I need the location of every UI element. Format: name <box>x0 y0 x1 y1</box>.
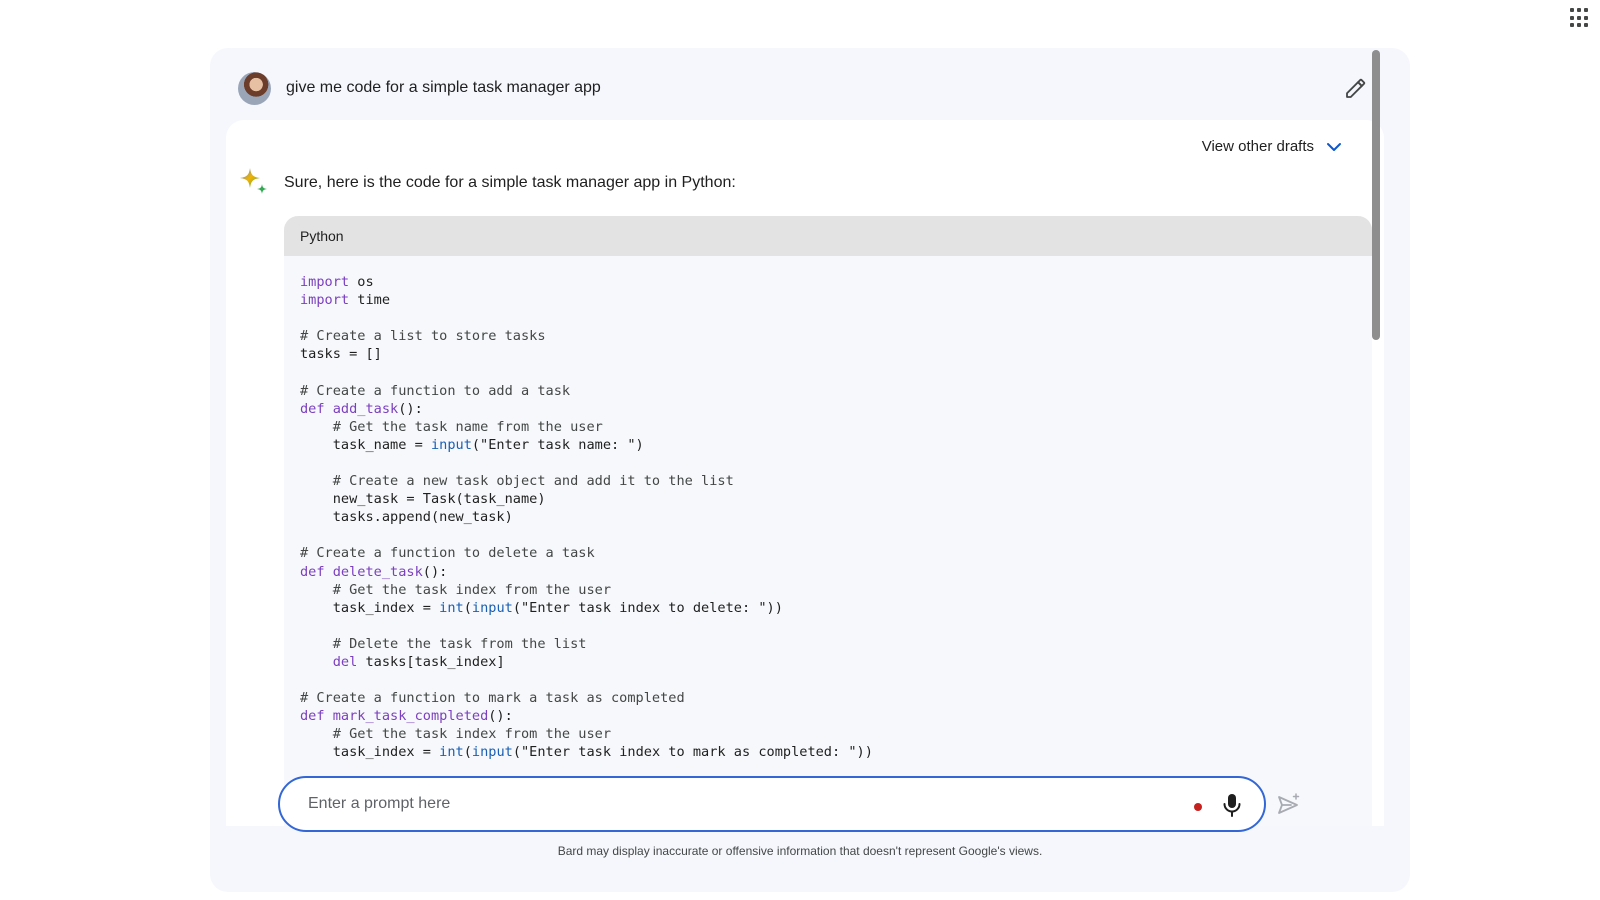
code-line: # Create a function to delete a task <box>300 545 595 562</box>
recording-indicator <box>1194 803 1202 811</box>
code-line: task_index = int(input("Enter task index… <box>300 599 783 616</box>
code-line: # Get the task index from the user <box>332 581 612 598</box>
code-line: # Create a function to mark a task as co… <box>300 690 685 707</box>
code-line: tasks.append(new_task) <box>300 509 513 526</box>
code-line: new_task = Task(task_name) <box>300 491 546 508</box>
disclaimer-text: Bard may display inaccurate or offensive… <box>557 844 1043 858</box>
code-language-label: Python <box>284 216 1372 256</box>
code-line: import os <box>300 274 374 290</box>
prompt-input-bar <box>278 776 1266 832</box>
view-other-drafts-label: View other drafts <box>1201 138 1314 155</box>
chevron-down-icon <box>1327 142 1341 151</box>
apps-grid-icon[interactable] <box>1570 8 1590 28</box>
response-card: View other drafts Sure, here is the code… <box>226 120 1384 826</box>
code-line: # Get the task name from the user <box>332 418 603 435</box>
user-prompt-text: give me code for a simple task manager a… <box>286 79 601 96</box>
microphone-icon[interactable] <box>1220 792 1244 818</box>
code-line: # Create a new task object and add it to… <box>332 473 734 490</box>
code-line: # Delete the task from the list <box>332 635 587 652</box>
code-line: # Get the task index from the user <box>332 726 612 743</box>
code-line: # Create a list to store tasks <box>300 328 546 345</box>
code-line: tasks = [] <box>300 346 382 363</box>
send-icon[interactable] <box>1276 792 1302 818</box>
response-intro-text: Sure, here is the code for a simple task… <box>284 174 736 191</box>
pencil-icon[interactable] <box>1344 76 1368 100</box>
code-line: def delete_task(): <box>300 563 448 580</box>
code-line: def mark_task_completed(): <box>300 708 513 725</box>
code-body[interactable]: import os import time # Create a list to … <box>284 256 1372 779</box>
prompt-input[interactable] <box>308 795 1264 813</box>
code-line: del tasks[task_index] <box>332 653 505 670</box>
code-line: # Create a function to add a task <box>300 382 571 399</box>
view-other-drafts-button[interactable]: View other drafts <box>1202 138 1342 155</box>
code-line: import time <box>300 292 391 309</box>
scrollbar-thumb[interactable] <box>1372 50 1380 340</box>
bard-sparkle-icon <box>240 168 267 194</box>
code-line: def add_task(): <box>300 400 423 417</box>
user-prompt-row: give me code for a simple task manager a… <box>238 64 1382 112</box>
code-line: task_name = input("Enter task name: ") <box>300 436 644 453</box>
conversation-panel: give me code for a simple task manager a… <box>210 48 1410 892</box>
code-line: task_index = int(input("Enter task index… <box>300 744 873 761</box>
user-avatar[interactable] <box>238 71 271 105</box>
code-block: Python import os import time # Create a l… <box>284 216 1372 826</box>
